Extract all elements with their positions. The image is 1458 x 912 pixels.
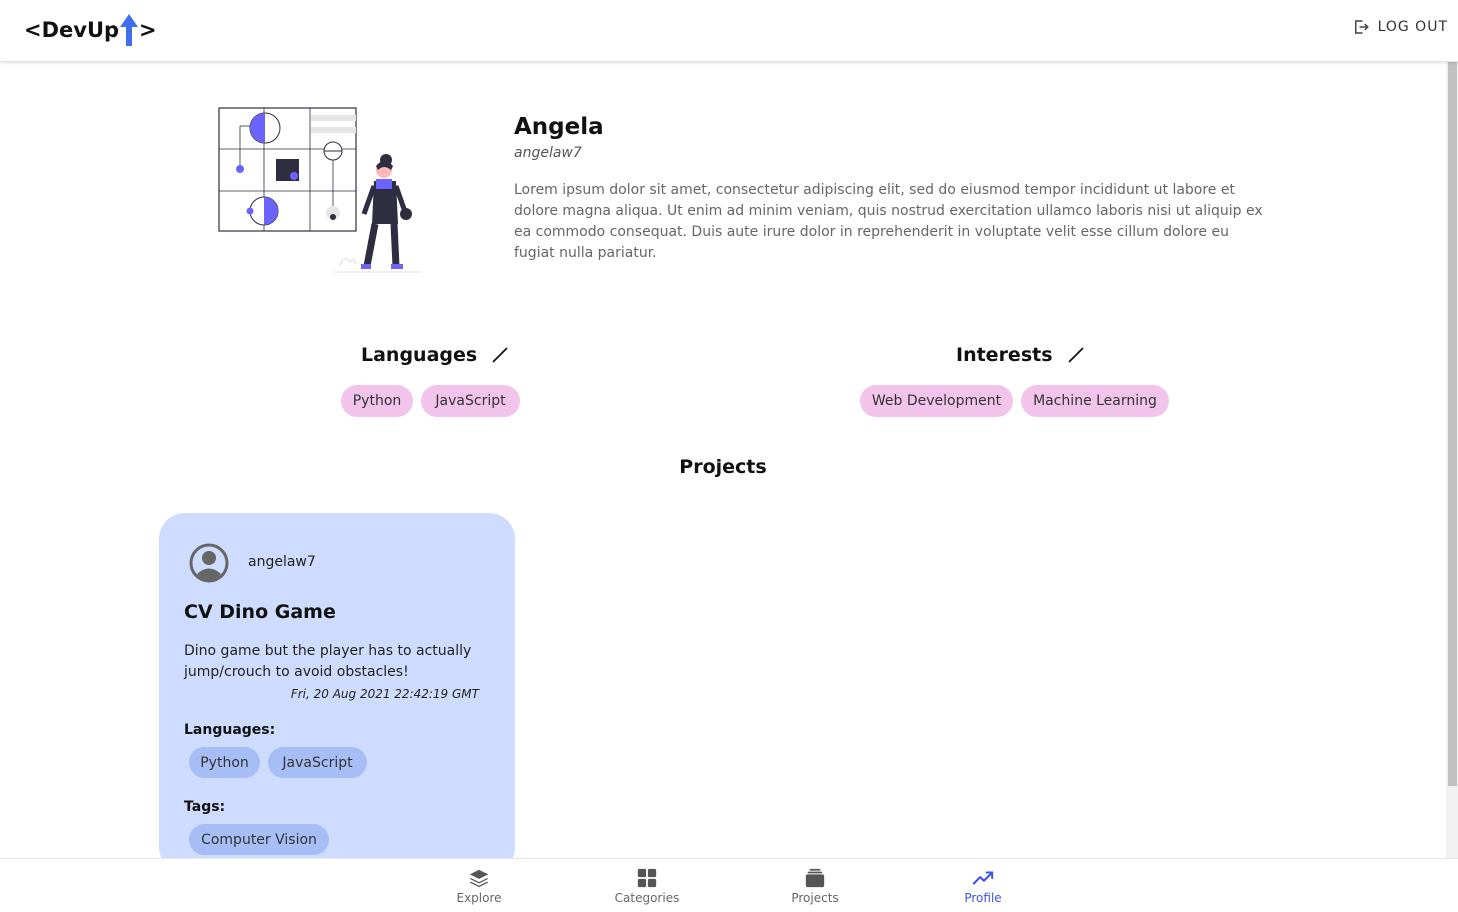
logo-text-left: <DevUp (24, 18, 120, 42)
edit-interests-icon[interactable] (1067, 346, 1085, 364)
interest-chip: Machine Learning (1021, 385, 1169, 417)
nav-categories[interactable]: Categories (592, 867, 702, 905)
layers-icon (469, 869, 489, 888)
project-tags-label: Tags: (184, 799, 226, 815)
project-card[interactable]: angelaw7 CV Dino Game Dino game but the … (159, 513, 515, 873)
project-description: Dino game but the player has to actually… (184, 643, 472, 680)
nav-explore-label: Explore (456, 891, 502, 905)
nav-projects-label: Projects (791, 891, 839, 905)
scrollbar-thumb[interactable] (1448, 62, 1457, 786)
devup-logo[interactable]: <DevUp > (24, 12, 157, 48)
user-avatar-icon (189, 543, 229, 583)
project-author[interactable]: angelaw7 (248, 554, 316, 570)
project-tag-chip: Computer Vision (189, 824, 329, 855)
languages-section-title: Languages (361, 344, 509, 366)
stack-icon (805, 868, 825, 888)
trending-icon (972, 871, 994, 885)
project-title[interactable]: CV Dino Game (184, 601, 336, 623)
logo-text-right: > (139, 18, 157, 42)
projects-title: Projects (679, 456, 767, 478)
project-languages-label: Languages: (184, 722, 276, 738)
logout-label: LOG OUT (1377, 19, 1448, 35)
profile-name: Angela (514, 114, 604, 140)
project-language-chip: JavaScript (268, 747, 367, 778)
interests-title: Interests (956, 344, 1053, 366)
profile-username: angelaw7 (514, 145, 582, 161)
logout-icon (1354, 20, 1369, 34)
nav-categories-label: Categories (614, 891, 680, 905)
project-language-chip: Python (189, 747, 260, 778)
edit-languages-icon[interactable] (491, 346, 509, 364)
project-date: Fri, 20 Aug 2021 22:42:19 GMT (290, 687, 479, 701)
bottom-navigation: Explore Categories Projects Profile (0, 858, 1458, 912)
language-chip: JavaScript (421, 385, 520, 417)
profile-illustration (218, 106, 423, 274)
interest-chip: Web Development (860, 385, 1013, 417)
profile-bio: Lorem ipsum dolor sit amet, consectetur … (514, 182, 1263, 261)
up-arrow-icon (120, 14, 139, 46)
nav-profile-label: Profile (964, 891, 1002, 905)
languages-title: Languages (361, 344, 478, 366)
nav-projects[interactable]: Projects (760, 867, 870, 905)
nav-profile[interactable]: Profile (928, 867, 1038, 905)
grid-icon (637, 868, 657, 888)
interests-section-title: Interests (956, 344, 1085, 366)
logout-button[interactable]: LOG OUT (1352, 18, 1448, 36)
top-app-bar: <DevUp > LOG OUT (0, 0, 1458, 62)
language-chip: Python (341, 385, 413, 417)
nav-explore[interactable]: Explore (424, 867, 534, 905)
